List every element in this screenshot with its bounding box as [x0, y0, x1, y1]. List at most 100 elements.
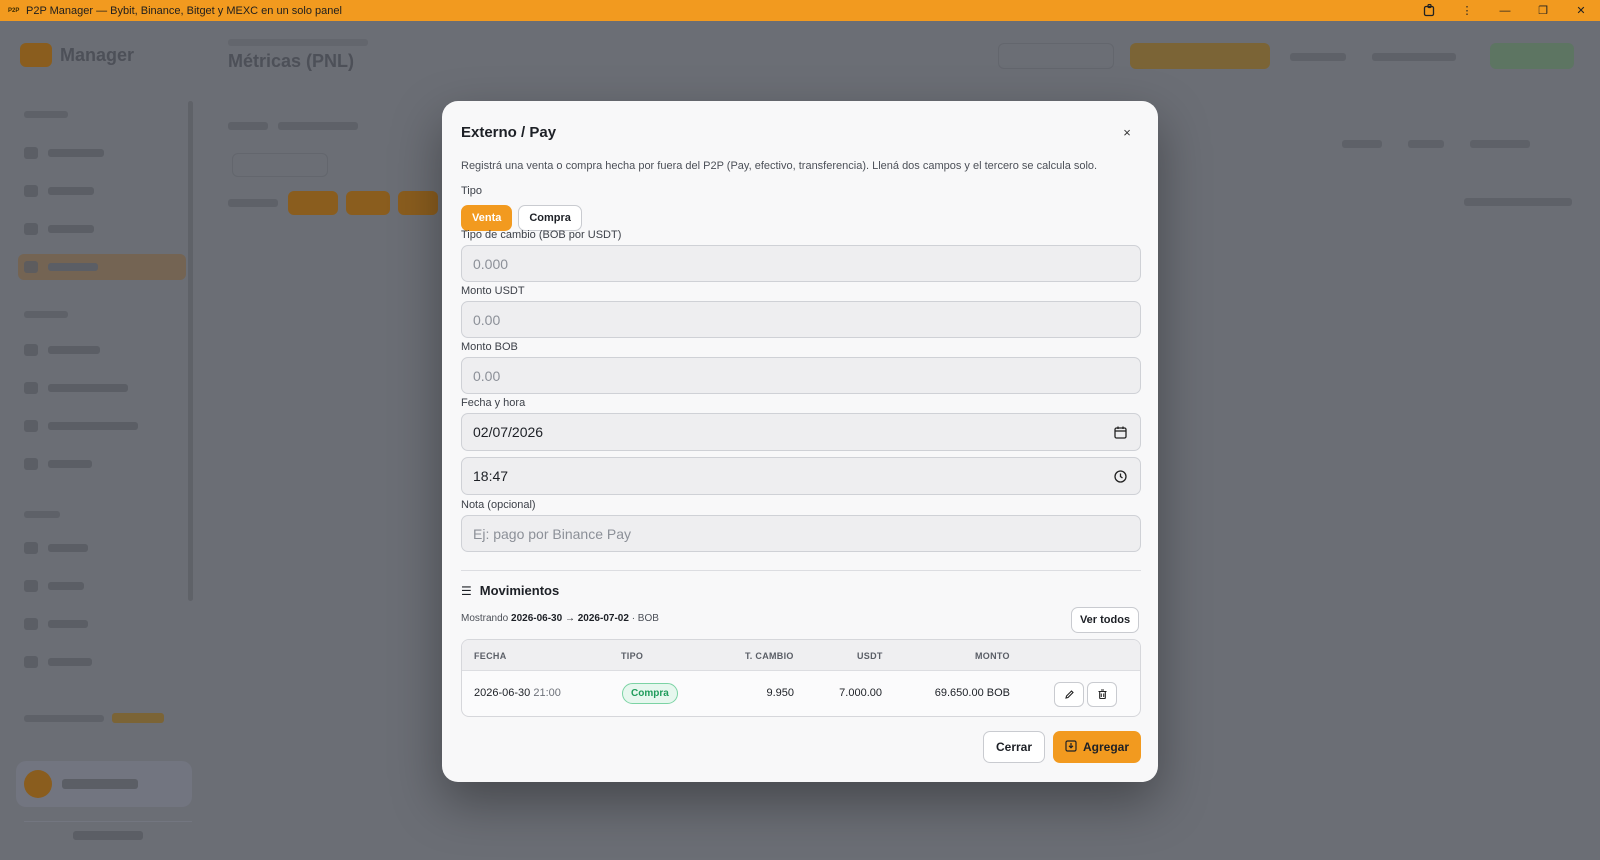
logo-text: Manager — [60, 44, 135, 65]
edit-icon[interactable] — [1054, 682, 1084, 707]
filter-button[interactable] — [232, 153, 328, 177]
modal-description: Registrá una venta o compra hecha por fu… — [461, 160, 1098, 172]
cell-fecha: 2026-06-30 21:00 — [474, 687, 561, 699]
sidebar-item-active[interactable] — [18, 254, 186, 280]
clock-icon[interactable] — [1112, 468, 1128, 484]
cell-fecha-time: 21:00 — [533, 687, 561, 699]
hora-value: 18:47 — [473, 468, 509, 484]
nav-icon — [24, 542, 38, 554]
agregar-button[interactable]: Agregar — [1053, 731, 1141, 763]
filter-chip[interactable] — [346, 191, 390, 215]
nav-icon — [24, 147, 38, 159]
header-link[interactable] — [1290, 53, 1346, 61]
filter-value — [278, 122, 358, 130]
close-icon[interactable]: × — [1118, 123, 1136, 141]
list-icon: ☰ — [461, 583, 472, 598]
tipo-venta-button[interactable]: Venta — [461, 205, 513, 231]
sidebar-footer-badge — [112, 713, 164, 723]
sidebar-item[interactable] — [24, 216, 184, 242]
toolbar-button-label — [1342, 140, 1382, 148]
movimientos-title: Movimientos — [479, 583, 560, 598]
sidebar-item[interactable] — [24, 337, 184, 363]
column-header-fecha: FECHA — [474, 651, 507, 661]
avatar — [24, 770, 52, 798]
extensions-icon[interactable] — [1410, 0, 1448, 21]
sidebar-item[interactable] — [24, 140, 184, 166]
toolbar-button-label — [1470, 140, 1530, 148]
sidebar-scrollbar[interactable] — [188, 101, 193, 601]
sidebar-item[interactable] — [24, 573, 184, 599]
user-name — [62, 779, 138, 789]
nav-icon — [24, 261, 38, 273]
sidebar-logo: Manager — [20, 43, 134, 67]
sidebar-item[interactable] — [24, 413, 184, 439]
column-header-monto: MONTO — [975, 651, 1010, 661]
trash-icon[interactable] — [1087, 682, 1117, 707]
page-title: Métricas (PNL) — [228, 51, 355, 71]
nav-icon — [24, 580, 38, 592]
sidebar-item[interactable] — [24, 178, 184, 204]
filter-label — [228, 199, 278, 207]
monto-usdt-input[interactable]: 0.00 — [461, 301, 1141, 338]
cell-usdt: 7.000.00 — [839, 687, 882, 699]
more-icon[interactable]: ⋮ — [1448, 0, 1486, 21]
monto-usdt-label: Monto USDT — [461, 285, 525, 297]
sidebar-footer-note — [24, 715, 104, 722]
column-header-t-cambio: T. CAMBIO — [745, 651, 794, 661]
nav-icon — [24, 344, 38, 356]
range-value: 2026-06-30 → 2026-07-02 — [511, 613, 629, 624]
sidebar-item[interactable] — [24, 535, 184, 561]
movimientos-table: FECHA TIPO T. CAMBIO USDT MONTO 2026-06-… — [461, 639, 1141, 717]
close-icon[interactable]: ✕ — [1562, 0, 1600, 21]
tipo-cambio-input[interactable]: 0.000 — [461, 245, 1141, 282]
tipo-label: Tipo — [461, 185, 482, 197]
logout-button[interactable] — [24, 821, 192, 849]
save-icon — [1065, 739, 1077, 755]
toolbar-button-label — [1408, 140, 1444, 148]
cerrar-button[interactable]: Cerrar — [983, 731, 1045, 763]
sidebar-item[interactable] — [24, 375, 184, 401]
app-logo-icon: P2P — [8, 7, 20, 14]
table-header: FECHA TIPO T. CAMBIO USDT MONTO — [462, 640, 1140, 671]
nav-icon — [24, 420, 38, 432]
nota-label: Nota (opcional) — [461, 499, 536, 511]
fecha-value: 02/07/2026 — [473, 424, 544, 440]
sidebar-item[interactable] — [24, 451, 184, 477]
tipo-segmented-control: Venta Compra — [461, 205, 582, 231]
movimientos-header: ☰ Movimientos — [461, 583, 559, 598]
cell-t-cambio: 9.950 — [766, 687, 794, 699]
header-link[interactable] — [1372, 53, 1456, 61]
fecha-input[interactable]: 02/07/2026 — [461, 413, 1141, 451]
monto-bob-input[interactable]: 0.00 — [461, 357, 1141, 394]
nav-icon — [24, 458, 38, 470]
header-action-button[interactable] — [1130, 43, 1270, 69]
sidebar-item[interactable] — [24, 649, 184, 675]
sidebar-section — [24, 511, 60, 518]
nav-icon — [24, 223, 38, 235]
tipo-compra-button[interactable]: Compra — [518, 205, 582, 231]
minimize-icon[interactable]: — — [1486, 0, 1524, 21]
filter-chip[interactable] — [398, 191, 438, 215]
window-title: P2P Manager — Bybit, Binance, Bitget y M… — [26, 4, 342, 17]
hora-input[interactable]: 18:47 — [461, 457, 1141, 495]
ver-todos-button[interactable]: Ver todos — [1071, 607, 1139, 633]
calendar-icon[interactable] — [1112, 424, 1128, 440]
sidebar-item[interactable] — [24, 611, 184, 637]
nav-icon — [24, 618, 38, 630]
filter-label — [228, 122, 268, 130]
cell-monto: 69.650.00 BOB — [934, 687, 1010, 699]
filter-chip[interactable] — [288, 191, 338, 215]
toolbar-link[interactable] — [1464, 198, 1572, 206]
tipo-cambio-label: Tipo de cambio (BOB por USDT) — [461, 229, 622, 241]
window-titlebar: P2P P2P Manager — Bybit, Binance, Bitget… — [0, 0, 1600, 21]
range-suffix: · BOB — [631, 613, 659, 624]
currency-select[interactable] — [998, 43, 1114, 69]
movimientos-range: Mostrando 2026-06-30 → 2026-07-02 · BOB — [461, 613, 659, 624]
user-card[interactable] — [16, 761, 192, 807]
status-badge — [1490, 43, 1574, 69]
nav-icon — [24, 382, 38, 394]
window-controls: ⋮ — ❐ ✕ — [1410, 0, 1600, 21]
restore-icon[interactable]: ❐ — [1524, 0, 1562, 21]
nav-icon — [24, 656, 38, 668]
nota-input[interactable]: Ej: pago por Binance Pay — [461, 515, 1141, 552]
